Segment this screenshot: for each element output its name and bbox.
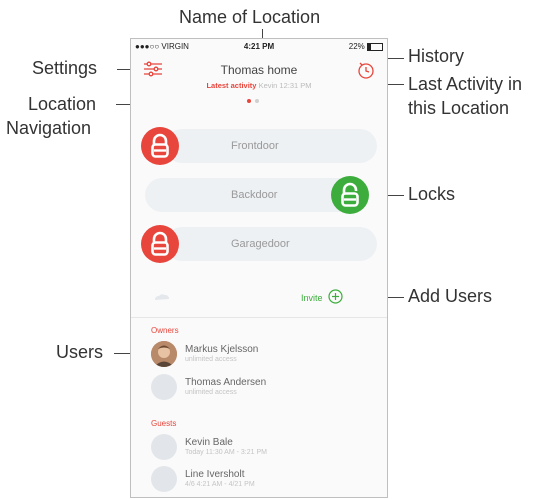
lock-name-frontdoor: Frontdoor — [231, 140, 279, 152]
add-user-icon[interactable] — [328, 289, 343, 304]
battery-icon — [367, 42, 383, 51]
lock-closed-icon — [151, 231, 169, 256]
avatar — [151, 434, 177, 460]
user-name: Kevin Bale — [185, 437, 233, 448]
lock-button-frontdoor[interactable] — [141, 127, 179, 165]
annotation-name-of-location: Name of Location — [179, 7, 321, 27]
annotation-history: History — [408, 46, 465, 66]
annotation-locks: Locks — [408, 184, 456, 204]
latest-activity-value: Kevin 12:31 PM — [258, 81, 312, 90]
divider — [131, 317, 387, 318]
battery-indicator: 22% — [349, 42, 383, 51]
user-access: 4/6 4:21 AM - 4/21 PM — [185, 481, 255, 488]
latest-activity-label: Latest activity — [206, 81, 257, 90]
user-name: Thomas Andersen — [185, 377, 267, 388]
lock-name-garagedoor: Garagedoor — [231, 238, 290, 250]
latest-activity[interactable]: Latest activity Kevin 12:31 PM — [131, 81, 387, 90]
annotation-settings: Settings — [32, 58, 98, 78]
history-icon[interactable] — [357, 61, 375, 79]
owner-user-row[interactable]: Markus Kjelsson unlimited access — [151, 341, 371, 367]
location-nav-dot-active[interactable] — [247, 99, 251, 103]
avatar — [151, 341, 177, 367]
user-access: unlimited access — [185, 389, 237, 396]
user-access: Today 11:30 AM - 3:21 PM — [185, 449, 267, 456]
guest-user-row[interactable]: Kevin Bale Today 11:30 AM - 3:21 PM — [151, 434, 371, 460]
location-nav-dot[interactable] — [255, 99, 259, 103]
status-bar: ●●●○○ VIRGIN 4:21 PM 22% — [131, 39, 387, 53]
guests-section-label: Guests — [151, 419, 177, 428]
annotation-last-activity-1: Last Activity in — [408, 74, 523, 94]
user-name: Markus Kjelsson — [185, 344, 259, 355]
avatar — [151, 466, 177, 492]
lock-closed-icon — [151, 133, 169, 158]
annotation-last-activity-2: this Location — [408, 98, 510, 118]
user-name: Line Iversholt — [185, 469, 245, 480]
annotation-users: Users — [56, 342, 104, 362]
cloud-icon — [153, 289, 171, 300]
lock-button-garagedoor[interactable] — [141, 225, 179, 263]
battery-percent: 22% — [348, 42, 365, 51]
lock-open-icon — [341, 182, 359, 207]
guest-user-row[interactable]: Line Iversholt 4/6 4:21 AM - 4/21 PM — [151, 466, 371, 492]
owners-section-label: Owners — [151, 326, 179, 335]
owner-user-row[interactable]: Thomas Andersen unlimited access — [151, 374, 371, 400]
invite-label[interactable]: Invite — [301, 293, 323, 303]
lock-button-backdoor[interactable] — [331, 176, 369, 214]
annotation-add-users: Add Users — [408, 286, 493, 306]
annotation-location-nav-1: Location — [28, 94, 97, 114]
lock-name-backdoor: Backdoor — [231, 189, 278, 201]
location-title: Thomas home — [220, 63, 298, 77]
avatar — [151, 374, 177, 400]
annotation-location-nav-2: Navigation — [6, 118, 92, 138]
phone-screen: ●●●○○ VIRGIN 4:21 PM 22% Thomas home Lat… — [130, 38, 388, 498]
user-access: unlimited access — [185, 356, 237, 363]
